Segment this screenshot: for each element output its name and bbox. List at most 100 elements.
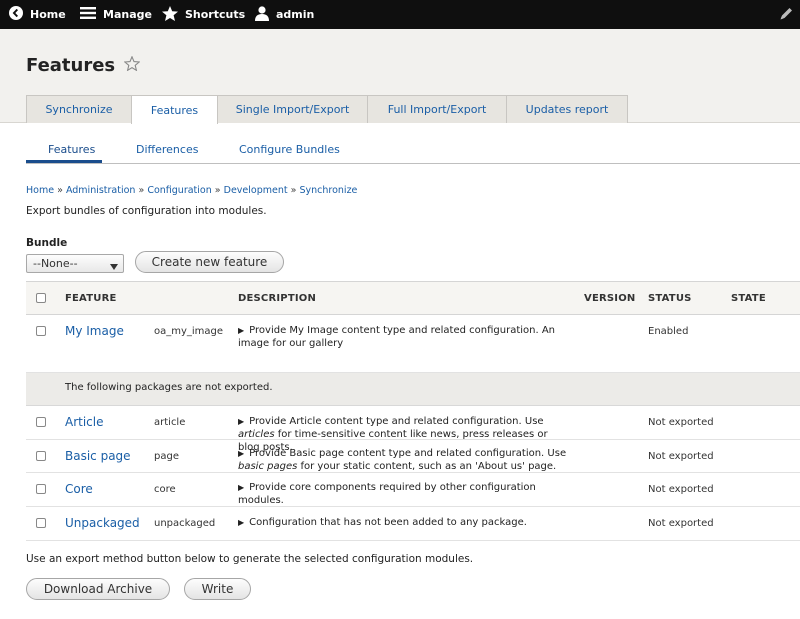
row-checkbox[interactable] [36, 484, 46, 494]
toolbar-shortcuts-label: Shortcuts [185, 8, 246, 21]
table-header: FEATURE DESCRIPTION VERSION STATUS STATE [26, 281, 800, 315]
page-title: Features [26, 54, 141, 76]
expand-triangle-icon: ▶ [238, 518, 245, 527]
bundle-select[interactable]: --None-- [26, 254, 124, 273]
select-all-checkbox[interactable] [36, 293, 46, 303]
tab-features[interactable]: Features [131, 95, 218, 124]
breadcrumb-separator: » [57, 185, 63, 196]
feature-name-link[interactable]: Basic page [65, 449, 131, 463]
caret-down-icon [110, 260, 118, 273]
breadcrumb-configuration[interactable]: Configuration [147, 185, 211, 196]
export-instructions: Use an export method button below to gen… [26, 553, 474, 565]
toolbar-home-label: Home [30, 8, 66, 21]
toolbar-shortcuts[interactable]: Shortcuts [162, 0, 245, 29]
column-feature: FEATURE [65, 293, 117, 304]
column-description: DESCRIPTION [238, 293, 317, 304]
feature-status: Not exported [648, 451, 714, 462]
feature-name-link[interactable]: Article [65, 415, 104, 429]
row-checkbox[interactable] [36, 326, 46, 336]
feature-machine-name: article [154, 417, 186, 428]
row-checkbox[interactable] [36, 451, 46, 461]
table-row: Basic page page ▶ Provide Basic page cont… [26, 440, 800, 473]
column-state: STATE [731, 293, 766, 304]
row-checkbox[interactable] [36, 417, 46, 427]
star-outline-icon[interactable] [123, 55, 141, 76]
write-button[interactable]: Write [184, 578, 251, 600]
feature-description[interactable]: ▶ Provide My Image content type and relat… [238, 324, 568, 350]
column-status: STATUS [648, 293, 692, 304]
feature-description-text: Provide Article content type and related… [249, 416, 544, 427]
back-circle-icon [9, 6, 23, 23]
feature-description-text: Provide Basic page content type and rela… [249, 448, 567, 459]
menu-icon [80, 6, 96, 23]
not-exported-message: The following packages are not exported. [65, 382, 273, 393]
primary-tabs: Synchronize Features Single Import/Expor… [26, 95, 628, 124]
feature-description-emphasis: articles [238, 429, 275, 440]
create-feature-button[interactable]: Create new feature [135, 251, 284, 273]
feature-status: Enabled [648, 326, 689, 337]
feature-description[interactable]: ▶ Provide Basic page content type and rel… [238, 447, 568, 473]
feature-description-text-end: for your static content, such as an 'Abo… [297, 461, 557, 472]
expand-triangle-icon: ▶ [238, 417, 245, 426]
feature-status: Not exported [648, 518, 714, 529]
table-row: My Image oa_my_image ▶ Provide My Image c… [26, 315, 800, 373]
breadcrumb-separator: » [138, 185, 145, 196]
feature-description[interactable]: ▶ Provide Article content type and relate… [238, 415, 568, 453]
table-row: Article article ▶ Provide Article content… [26, 406, 800, 453]
pencil-icon[interactable] [779, 6, 794, 24]
breadcrumb-separator: » [290, 185, 297, 196]
feature-description-text: Provide My Image content type and relate… [238, 325, 556, 349]
admin-toolbar: Home Manage Shortcuts admin [0, 0, 800, 29]
breadcrumb-administration[interactable]: Administration [66, 185, 136, 196]
breadcrumb: Home » Administration » Configuration » … [26, 185, 357, 196]
not-exported-message-row: The following packages are not exported. [26, 373, 800, 406]
feature-name-link[interactable]: Core [65, 482, 93, 496]
user-icon [255, 5, 269, 24]
intro-text: Export bundles of configuration into mod… [26, 205, 267, 217]
toolbar-manage[interactable]: Manage [80, 0, 152, 29]
page-title-text: Features [26, 54, 116, 76]
feature-description-emphasis: basic pages [238, 461, 298, 472]
column-version: VERSION [584, 293, 636, 304]
page-header: Features Synchronize Features Single Imp… [0, 29, 800, 124]
feature-status: Not exported [648, 484, 714, 495]
toolbar-home[interactable]: Home [9, 0, 66, 29]
tab-updates-report[interactable]: Updates report [506, 95, 628, 123]
bundle-label: Bundle [26, 237, 68, 249]
subtab-differences[interactable]: Differences [136, 143, 198, 156]
feature-machine-name: core [154, 484, 176, 495]
feature-machine-name: unpackaged [154, 518, 216, 529]
expand-triangle-icon: ▶ [238, 449, 245, 458]
feature-description[interactable]: ▶ Provide core components required by oth… [238, 481, 568, 507]
feature-description-text: Provide core components required by othe… [238, 482, 536, 506]
secondary-tabs: Features Differences Configure Bundles [26, 139, 800, 164]
feature-machine-name: oa_my_image [154, 326, 224, 337]
toolbar-user-label: admin [276, 8, 315, 21]
toolbar-manage-label: Manage [103, 8, 152, 21]
tab-single-import-export[interactable]: Single Import/Export [217, 95, 368, 123]
toolbar-user[interactable]: admin [255, 0, 314, 29]
breadcrumb-development[interactable]: Development [224, 185, 288, 196]
features-table: FEATURE DESCRIPTION VERSION STATUS STATE… [26, 281, 800, 541]
breadcrumb-synchronize[interactable]: Synchronize [299, 185, 357, 196]
download-archive-button[interactable]: Download Archive [26, 578, 170, 600]
subtab-configure-bundles[interactable]: Configure Bundles [239, 143, 340, 156]
subtab-features[interactable]: Features [48, 143, 95, 156]
feature-description-text: Configuration that has not been added to… [249, 517, 527, 528]
active-subtab-indicator [26, 160, 102, 163]
breadcrumb-separator: » [214, 185, 221, 196]
expand-triangle-icon: ▶ [238, 483, 245, 492]
star-icon [162, 5, 178, 24]
expand-triangle-icon: ▶ [238, 326, 245, 335]
feature-status: Not exported [648, 417, 714, 428]
table-row: Core core ▶ Provide core components requi… [26, 473, 800, 507]
feature-machine-name: page [154, 451, 179, 462]
feature-name-link[interactable]: My Image [65, 324, 124, 338]
tab-full-import-export[interactable]: Full Import/Export [367, 95, 507, 123]
bundle-select-value: --None-- [33, 257, 78, 270]
feature-description[interactable]: ▶ Configuration that has not been added t… [238, 516, 568, 529]
breadcrumb-home[interactable]: Home [26, 185, 54, 196]
row-checkbox[interactable] [36, 518, 46, 528]
tab-synchronize[interactable]: Synchronize [26, 95, 132, 123]
feature-name-link[interactable]: Unpackaged [65, 516, 140, 530]
